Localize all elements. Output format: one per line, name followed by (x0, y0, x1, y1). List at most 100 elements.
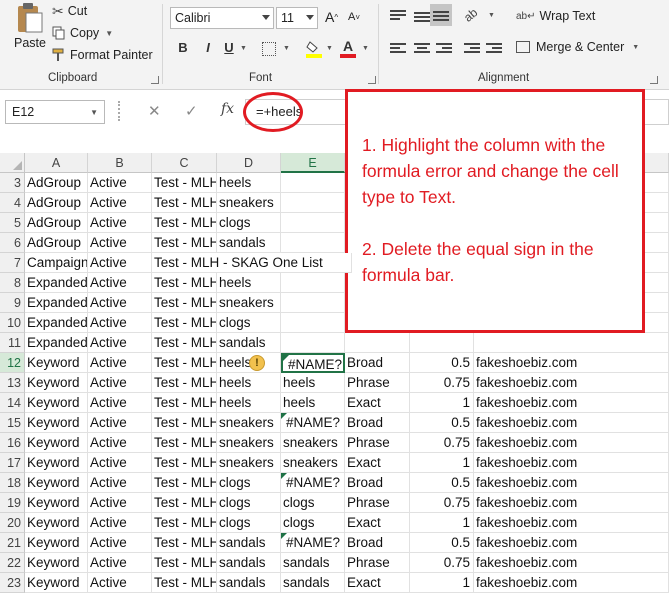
cell-b5[interactable]: Active (88, 213, 152, 233)
align-top-icon[interactable] (390, 10, 406, 22)
cell-c17[interactable]: Test - MLH (152, 453, 217, 473)
cell-a5[interactable]: AdGroup (25, 213, 88, 233)
cell-e14[interactable]: heels (281, 393, 345, 413)
cut-button[interactable]: ✂ Cut (52, 2, 87, 20)
cell-c11[interactable]: Test - MLH (152, 333, 217, 353)
cell-f23[interactable]: Exact (345, 573, 410, 593)
chevron-down-icon[interactable]: ▼ (362, 45, 369, 52)
cell-b15[interactable]: Active (88, 413, 152, 433)
cell-d5[interactable]: clogs (217, 213, 281, 233)
column-header-d[interactable]: D (217, 153, 281, 173)
cell-h15[interactable]: fakeshoebiz.com (474, 413, 669, 433)
orientation-icon[interactable]: ab (461, 5, 480, 24)
cell-b17[interactable]: Active (88, 453, 152, 473)
cell-e8[interactable] (281, 273, 345, 293)
cell-g17[interactable]: 1 (410, 453, 474, 473)
borders-icon[interactable] (262, 42, 276, 56)
cell-d23[interactable]: sandals (217, 573, 281, 593)
cell-a6[interactable]: AdGroup (25, 233, 88, 253)
cell-d10[interactable]: clogs (217, 313, 281, 333)
cell-b10[interactable]: Active (88, 313, 152, 333)
cell-c7[interactable]: Test - MLH - SKAG One List (152, 253, 352, 273)
row-header[interactable]: 7 (0, 253, 25, 273)
cell-f19[interactable]: Phrase (345, 493, 410, 513)
cell-b14[interactable]: Active (88, 393, 152, 413)
cell-f20[interactable]: Exact (345, 513, 410, 533)
cell-d14[interactable]: heels (217, 393, 281, 413)
paste-button[interactable]: Paste (10, 2, 50, 62)
insert-function-button[interactable]: fx (221, 101, 234, 117)
cell-g19[interactable]: 0.75 (410, 493, 474, 513)
row-header[interactable]: 6 (0, 233, 25, 253)
cell-c8[interactable]: Test - MLH (152, 273, 217, 293)
cell-c12[interactable]: Test - MLH (152, 353, 217, 373)
cell-e16[interactable]: sneakers (281, 433, 345, 453)
font-size-select[interactable]: 11 (276, 7, 318, 29)
cell-g23[interactable]: 1 (410, 573, 474, 593)
cell-c14[interactable]: Test - MLH (152, 393, 217, 413)
cell-a14[interactable]: Keyword (25, 393, 88, 413)
row-header[interactable]: 19 (0, 493, 25, 513)
row-header[interactable]: 18 (0, 473, 25, 493)
italic-button[interactable]: I (200, 40, 216, 55)
column-header-c[interactable]: C (152, 153, 217, 173)
cell-c23[interactable]: Test - MLH (152, 573, 217, 593)
cell-f11[interactable] (345, 333, 410, 353)
increase-indent-icon[interactable] (486, 43, 502, 55)
cell-a8[interactable]: Expanded (25, 273, 88, 293)
cell-d4[interactable]: sneakers (217, 193, 281, 213)
cell-h22[interactable]: fakeshoebiz.com (474, 553, 669, 573)
cell-a21[interactable]: Keyword (25, 533, 88, 553)
cell-h16[interactable]: fakeshoebiz.com (474, 433, 669, 453)
chevron-down-icon[interactable]: ▼ (326, 45, 333, 52)
cell-a16[interactable]: Keyword (25, 433, 88, 453)
row-header[interactable]: 21 (0, 533, 25, 553)
cell-f14[interactable]: Exact (345, 393, 410, 413)
wrap-text-button[interactable]: ab↵ Wrap Text (516, 9, 595, 23)
cell-c22[interactable]: Test - MLH (152, 553, 217, 573)
cell-g18[interactable]: 0.5 (410, 473, 474, 493)
cell-a13[interactable]: Keyword (25, 373, 88, 393)
column-header-e[interactable]: E (281, 153, 345, 173)
cell-g21[interactable]: 0.5 (410, 533, 474, 553)
cell-d17[interactable]: sneakers (217, 453, 281, 473)
cell-d18[interactable]: clogs (217, 473, 281, 493)
cell-c10[interactable]: Test - MLH (152, 313, 217, 333)
cell-b6[interactable]: Active (88, 233, 152, 253)
cell-e20[interactable]: clogs (281, 513, 345, 533)
cell-e22[interactable]: sandals (281, 553, 345, 573)
select-all-corner[interactable] (0, 153, 25, 173)
align-middle-icon[interactable] (414, 12, 430, 24)
cell-c13[interactable]: Test - MLH (152, 373, 217, 393)
cell-e21[interactable]: #NAME? (281, 533, 345, 553)
cell-a11[interactable]: Expanded (25, 333, 88, 353)
fill-color-icon[interactable] (306, 40, 322, 58)
cell-d21[interactable]: sandals (217, 533, 281, 553)
cell-f12[interactable]: Broad (345, 353, 410, 373)
cell-d6[interactable]: sandals (217, 233, 281, 253)
cell-a4[interactable]: AdGroup (25, 193, 88, 213)
copy-button[interactable]: Copy ▼ (52, 24, 113, 42)
cell-h19[interactable]: fakeshoebiz.com (474, 493, 669, 513)
cell-h20[interactable]: fakeshoebiz.com (474, 513, 669, 533)
cell-d3[interactable]: heels (217, 173, 281, 193)
cell-c3[interactable]: Test - MLH (152, 173, 217, 193)
cell-c5[interactable]: Test - MLH (152, 213, 217, 233)
cell-a9[interactable]: Expanded (25, 293, 88, 313)
cell-b16[interactable]: Active (88, 433, 152, 453)
cell-h12[interactable]: fakeshoebiz.com (474, 353, 669, 373)
cell-f18[interactable]: Broad (345, 473, 410, 493)
column-header-a[interactable]: A (25, 153, 88, 173)
cell-a22[interactable]: Keyword (25, 553, 88, 573)
cell-e11[interactable] (281, 333, 345, 353)
cell-a10[interactable]: Expanded (25, 313, 88, 333)
cell-h17[interactable]: fakeshoebiz.com (474, 453, 669, 473)
row-header[interactable]: 4 (0, 193, 25, 213)
cell-e17[interactable]: sneakers (281, 453, 345, 473)
cell-g11[interactable] (410, 333, 474, 353)
cell-d20[interactable]: clogs (217, 513, 281, 533)
cell-b9[interactable]: Active (88, 293, 152, 313)
row-header[interactable]: 16 (0, 433, 25, 453)
cell-h11[interactable] (474, 333, 669, 353)
cell-e18[interactable]: #NAME? (281, 473, 345, 493)
